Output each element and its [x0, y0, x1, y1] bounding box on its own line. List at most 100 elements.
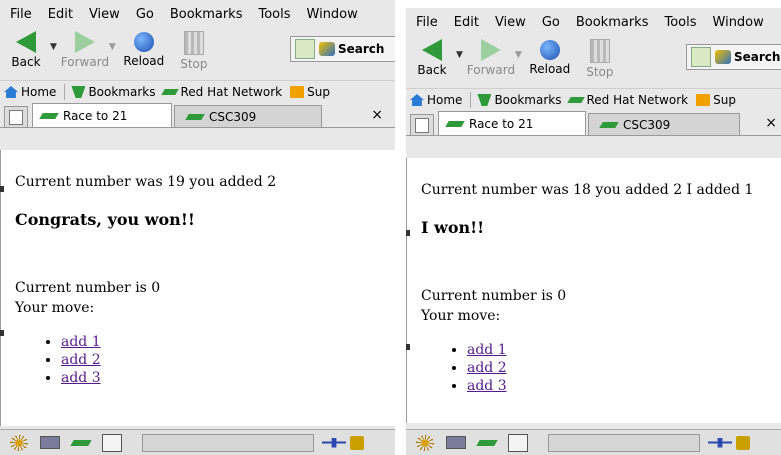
current-number: Current number is 0: [15, 280, 161, 296]
add-3-link[interactable]: add 3: [61, 370, 101, 386]
back-history-dropdown-icon[interactable]: ▼: [456, 50, 463, 60]
forward-arrow-icon: [480, 39, 501, 61]
list-item: add 1: [61, 334, 101, 350]
home-icon: [410, 94, 424, 106]
forward-label: Forward: [60, 55, 110, 69]
close-tab-icon[interactable]: ×: [371, 107, 383, 123]
search-icon: [319, 42, 335, 56]
tab-favicon-icon: [599, 121, 619, 128]
online-status-icon[interactable]: [322, 437, 346, 448]
reload-label: Reload: [529, 62, 571, 76]
close-tab-icon[interactable]: ×: [765, 115, 777, 131]
back-button[interactable]: Back: [410, 36, 454, 77]
composer-icon[interactable]: [476, 439, 498, 446]
page-content: Current number was 18 you added 2 I adde…: [406, 158, 781, 423]
status-bar: [406, 429, 781, 455]
menu-window[interactable]: Window: [307, 7, 358, 22]
menu-view[interactable]: View: [495, 15, 526, 30]
online-status-icon[interactable]: [708, 437, 732, 448]
bookmark-home-label: Home: [427, 93, 463, 107]
toolbar-separator: [470, 92, 472, 108]
stop-button[interactable]: Stop: [172, 28, 216, 71]
menu-go[interactable]: Go: [136, 7, 154, 22]
reload-button[interactable]: Reload: [122, 28, 166, 68]
your-move-label: Your move:: [421, 308, 501, 324]
back-button[interactable]: Back: [4, 28, 48, 69]
browser-window-right: File Edit View Go Bookmarks Tools Window…: [406, 8, 781, 455]
new-tab-button[interactable]: [4, 106, 28, 127]
bookmark-support-label: Sup: [307, 85, 330, 99]
new-tab-icon: [9, 109, 23, 125]
bookmark-redhat-label: Red Hat Network: [180, 85, 283, 99]
resize-mark: [406, 230, 410, 236]
security-lock-icon[interactable]: [736, 435, 750, 450]
menu-bookmarks[interactable]: Bookmarks: [576, 15, 649, 30]
redhat-icon: [567, 97, 586, 103]
status-bar: [0, 429, 395, 455]
menu-tools[interactable]: Tools: [664, 15, 696, 30]
bookmark-home[interactable]: Home: [410, 93, 462, 107]
add-2-link[interactable]: add 2: [467, 360, 507, 376]
menu-go[interactable]: Go: [542, 15, 560, 30]
bookmarks-toolbar: Home Bookmarks Red Hat Network Sup: [406, 88, 781, 111]
add-3-link[interactable]: add 3: [467, 378, 507, 394]
tab-csc309[interactable]: CSC309: [588, 113, 740, 135]
tab-race-to-21[interactable]: Race to 21: [438, 111, 586, 135]
menu-edit[interactable]: Edit: [48, 7, 73, 22]
composer-icon[interactable]: [70, 439, 92, 446]
forward-history-dropdown-icon[interactable]: ▼: [515, 50, 522, 60]
bookmark-support-label: Sup: [713, 93, 736, 107]
list-item: add 3: [61, 370, 101, 386]
bookmark-redhat[interactable]: Red Hat Network: [161, 85, 283, 99]
add-2-link[interactable]: add 2: [61, 352, 101, 368]
bookmark-bookmarks[interactable]: Bookmarks: [477, 93, 561, 107]
bookmark-bookmarks[interactable]: Bookmarks: [71, 85, 155, 99]
bookmark-support[interactable]: Sup: [290, 85, 330, 99]
go-check-icon: [295, 39, 315, 59]
stop-icon: [183, 31, 204, 55]
add-1-link[interactable]: add 1: [467, 342, 507, 358]
navigator-icon[interactable]: [416, 434, 434, 451]
menu-file[interactable]: File: [416, 15, 438, 30]
menu-bar: File Edit View Go Bookmarks Tools Window: [406, 8, 781, 36]
menu-window[interactable]: Window: [713, 15, 764, 30]
tab-csc309[interactable]: CSC309: [174, 105, 322, 127]
forward-button[interactable]: Forward: [60, 28, 110, 69]
progress-bar: [548, 433, 700, 452]
forward-button[interactable]: Forward: [467, 36, 515, 77]
move-list: add 1 add 2 add 3: [45, 334, 101, 388]
menu-tools[interactable]: Tools: [258, 7, 290, 22]
menu-edit[interactable]: Edit: [454, 15, 479, 30]
tab-race-to-21[interactable]: Race to 21: [32, 103, 172, 127]
go-check-icon: [691, 47, 711, 67]
menu-file[interactable]: File: [10, 7, 32, 22]
bookmark-home[interactable]: Home: [4, 85, 56, 99]
security-lock-icon[interactable]: [350, 435, 364, 450]
new-tab-button[interactable]: [410, 114, 434, 135]
back-arrow-icon: [422, 39, 442, 61]
search-button[interactable]: Search: [290, 36, 395, 62]
bookmark-redhat[interactable]: Red Hat Network: [567, 93, 688, 107]
tab-label: Race to 21: [63, 108, 128, 123]
menu-view[interactable]: View: [89, 7, 120, 22]
stop-label: Stop: [586, 65, 614, 79]
mail-icon[interactable]: [40, 436, 60, 449]
menu-bookmarks[interactable]: Bookmarks: [170, 7, 243, 22]
bookmark-support[interactable]: Sup: [696, 93, 736, 107]
stop-label: Stop: [180, 57, 208, 71]
navigator-icon[interactable]: [10, 434, 28, 451]
address-book-icon[interactable]: [508, 433, 528, 452]
add-1-link[interactable]: add 1: [61, 334, 101, 350]
mail-icon[interactable]: [446, 436, 466, 449]
address-book-icon[interactable]: [102, 433, 122, 452]
progress-bar: [142, 433, 314, 452]
forward-history-dropdown-icon[interactable]: ▼: [109, 42, 116, 52]
search-button[interactable]: Search: [686, 44, 781, 70]
back-history-dropdown-icon[interactable]: ▼: [50, 42, 57, 52]
toolbar-separator: [64, 84, 66, 100]
reload-button[interactable]: Reload: [528, 36, 572, 76]
tab-label: CSC309: [623, 117, 671, 132]
bookmark-home-label: Home: [21, 85, 57, 99]
stop-button[interactable]: Stop: [578, 36, 622, 79]
bookmark-bookmarks-label: Bookmarks: [494, 93, 562, 107]
